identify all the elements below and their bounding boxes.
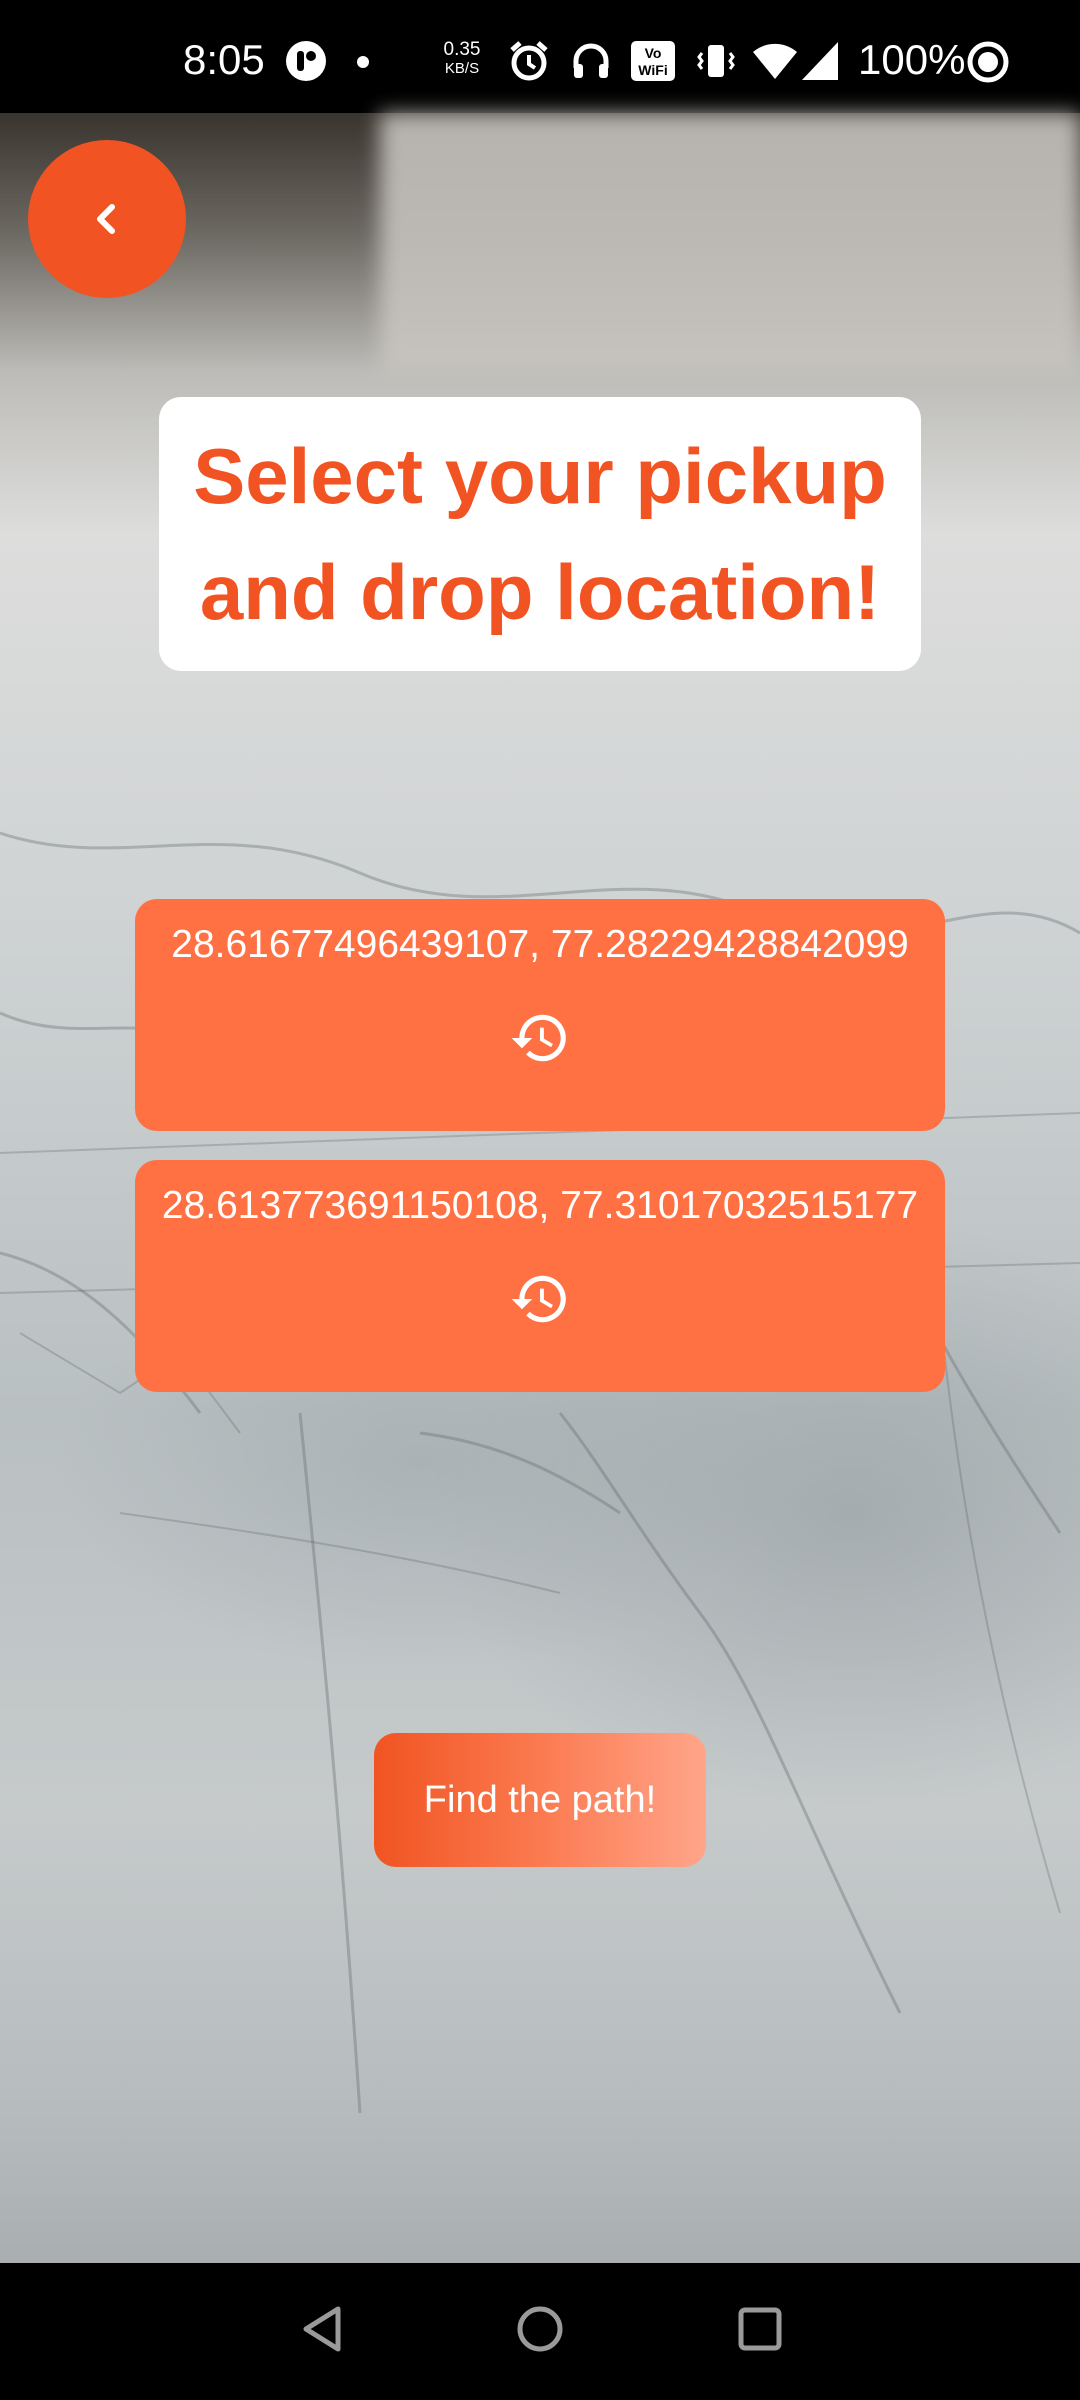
history-icon[interactable] bbox=[509, 1007, 571, 1069]
pickup-coordinates: 28.61677496439107, 77.28229428842099 bbox=[171, 923, 909, 966]
status-time: 8:05 bbox=[183, 36, 265, 83]
pickup-location-card[interactable]: 28.61677496439107, 77.28229428842099 bbox=[135, 899, 945, 1131]
signal-icon bbox=[802, 42, 838, 80]
back-triangle-icon[interactable] bbox=[298, 2303, 346, 2355]
screen: 8:05 0.35 KB/S Vo WiFi 100% Select your … bbox=[0, 0, 1080, 2400]
drop-coordinates: 28.613773691150108, 77.31017032515177 bbox=[161, 1184, 919, 1227]
svg-text:Vo: Vo bbox=[645, 45, 662, 61]
app-notification-icon bbox=[286, 41, 326, 81]
home-circle-icon[interactable] bbox=[515, 2303, 565, 2355]
battery-saver-icon bbox=[967, 41, 1009, 83]
back-button[interactable] bbox=[28, 140, 186, 298]
status-bar: 8:05 0.35 KB/S Vo WiFi 100% bbox=[0, 0, 1080, 113]
history-icon[interactable] bbox=[509, 1268, 571, 1330]
vowifi-icon: Vo WiFi bbox=[631, 41, 675, 81]
network-speed-unit: KB/S bbox=[444, 60, 480, 77]
wifi-icon bbox=[753, 43, 797, 79]
title-card: Select your pickup and drop location! bbox=[159, 397, 921, 671]
find-path-button[interactable]: Find the path! bbox=[374, 1733, 706, 1867]
recents-square-icon[interactable] bbox=[735, 2303, 785, 2355]
alarm-icon bbox=[510, 41, 548, 81]
navigation-bar bbox=[0, 2263, 1080, 2400]
svg-text:WiFi: WiFi bbox=[638, 62, 667, 78]
headphones-icon bbox=[573, 43, 609, 78]
battery-percent: 100% bbox=[858, 36, 966, 83]
network-speed: 0.35 KB/S bbox=[436, 40, 488, 78]
network-speed-value: 0.35 bbox=[443, 39, 481, 60]
dot-icon bbox=[357, 56, 369, 68]
vibrate-icon bbox=[697, 45, 735, 77]
chevron-left-icon bbox=[97, 204, 115, 234]
drop-location-card[interactable]: 28.613773691150108, 77.31017032515177 bbox=[135, 1160, 945, 1392]
page-title: Select your pickup and drop location! bbox=[193, 432, 887, 636]
